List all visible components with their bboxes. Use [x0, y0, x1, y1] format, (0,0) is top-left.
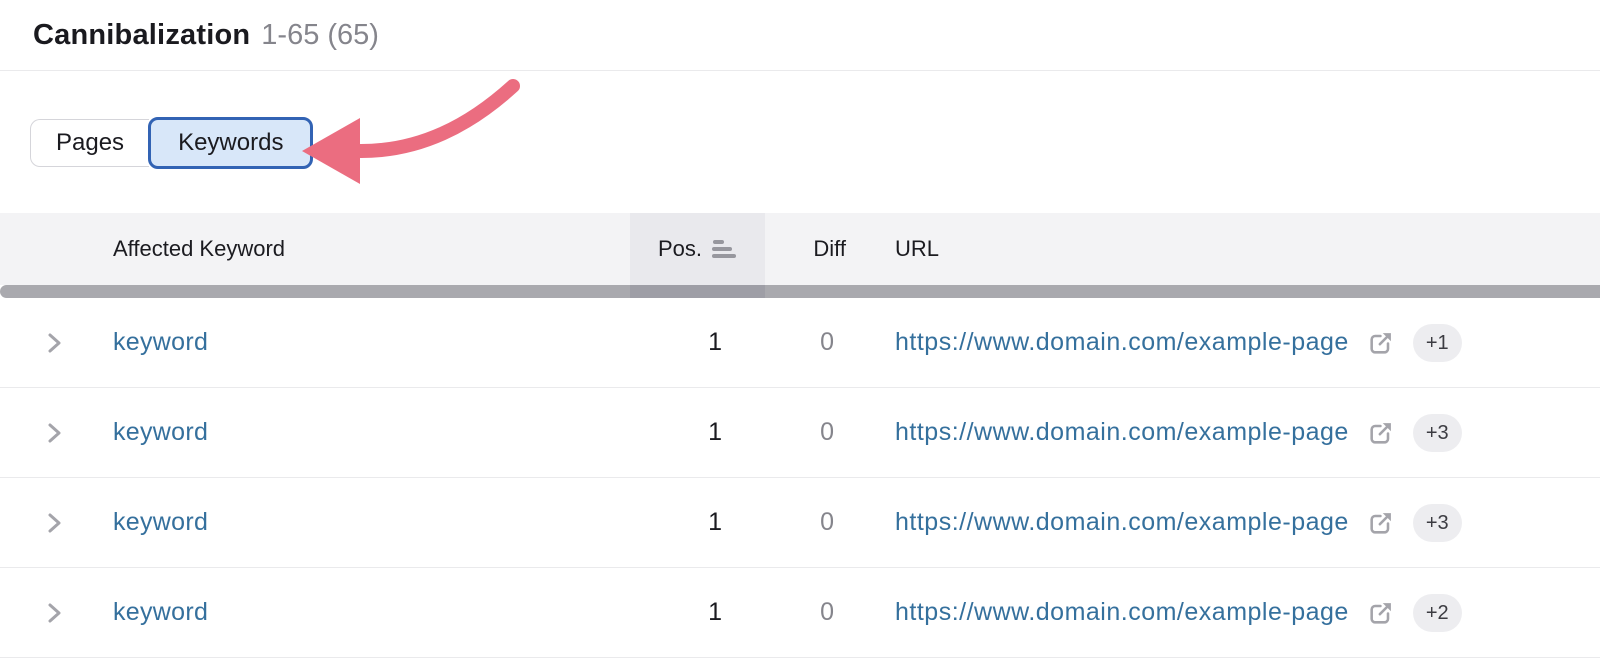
- column-label: Pos.: [658, 236, 702, 262]
- view-toggle: Pages Keywords: [30, 119, 313, 169]
- expand-row-button[interactable]: [0, 600, 90, 626]
- keyword-link[interactable]: keyword: [113, 598, 208, 627]
- horizontal-scrollbar[interactable]: [0, 285, 1600, 298]
- cannibalization-table: Affected Keyword Pos. Diff URL: [0, 213, 1600, 658]
- annotation-arrow-icon: [280, 70, 530, 190]
- more-urls-badge[interactable]: +3: [1413, 414, 1462, 452]
- column-label: Diff: [813, 236, 846, 262]
- table-row: keyword 1 0 https://www.domain.com/examp…: [0, 478, 1600, 568]
- column-header-diff[interactable]: Diff: [765, 213, 850, 285]
- table-row: keyword 1 0 https://www.domain.com/examp…: [0, 298, 1600, 388]
- position-value: 1: [630, 598, 765, 627]
- expand-row-button[interactable]: [0, 420, 90, 446]
- url-link[interactable]: https://www.domain.com/example-page: [895, 508, 1349, 537]
- tab-pages[interactable]: Pages: [30, 119, 149, 167]
- url-link[interactable]: https://www.domain.com/example-page: [895, 418, 1349, 447]
- table-header-row: Affected Keyword Pos. Diff URL: [0, 213, 1600, 285]
- column-header-affected-keyword[interactable]: Affected Keyword: [90, 213, 630, 285]
- chevron-right-icon: [44, 420, 64, 446]
- expand-row-button[interactable]: [0, 510, 90, 536]
- external-link-icon[interactable]: [1367, 419, 1395, 447]
- position-value: 1: [630, 508, 765, 537]
- table-row: keyword 1 0 https://www.domain.com/examp…: [0, 568, 1600, 658]
- url-link[interactable]: https://www.domain.com/example-page: [895, 598, 1349, 627]
- column-label: URL: [895, 236, 939, 262]
- more-urls-badge[interactable]: +1: [1413, 324, 1462, 362]
- result-count: 1-65 (65): [261, 19, 379, 52]
- page-title: Cannibalization: [33, 19, 250, 52]
- column-header-pos[interactable]: Pos.: [630, 213, 765, 285]
- more-urls-badge[interactable]: +2: [1413, 594, 1462, 632]
- keyword-link[interactable]: keyword: [113, 328, 208, 357]
- more-urls-badge[interactable]: +3: [1413, 504, 1462, 542]
- scrollbar-column-shade: [630, 285, 765, 298]
- tab-keywords[interactable]: Keywords: [148, 117, 313, 169]
- keyword-link[interactable]: keyword: [113, 418, 208, 447]
- diff-value: 0: [765, 598, 850, 627]
- sort-ascending-icon: [711, 239, 738, 260]
- diff-value: 0: [765, 328, 850, 357]
- diff-value: 0: [765, 418, 850, 447]
- chevron-right-icon: [44, 330, 64, 356]
- table-row: keyword 1 0 https://www.domain.com/examp…: [0, 388, 1600, 478]
- external-link-icon[interactable]: [1367, 599, 1395, 627]
- position-value: 1: [630, 418, 765, 447]
- position-value: 1: [630, 328, 765, 357]
- keyword-link[interactable]: keyword: [113, 508, 208, 537]
- column-label: Affected Keyword: [113, 236, 285, 262]
- report-header: Cannibalization 1-65 (65): [0, 0, 1600, 71]
- diff-value: 0: [765, 508, 850, 537]
- chevron-right-icon: [44, 510, 64, 536]
- chevron-right-icon: [44, 600, 64, 626]
- cannibalization-report: Cannibalization 1-65 (65) Pages Keywords…: [0, 0, 1600, 665]
- url-link[interactable]: https://www.domain.com/example-page: [895, 328, 1349, 357]
- expand-column-header: [0, 213, 90, 285]
- external-link-icon[interactable]: [1367, 329, 1395, 357]
- external-link-icon[interactable]: [1367, 509, 1395, 537]
- column-header-url[interactable]: URL: [850, 213, 1600, 285]
- expand-row-button[interactable]: [0, 330, 90, 356]
